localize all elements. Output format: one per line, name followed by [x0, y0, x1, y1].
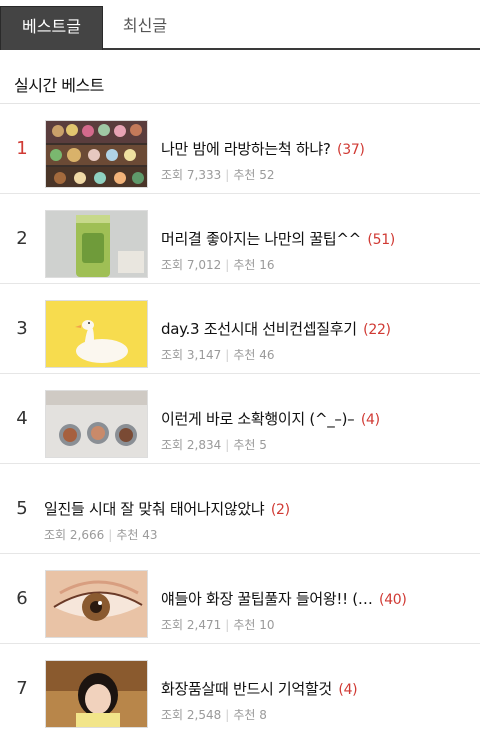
comment-count: (2) [270, 502, 290, 518]
post-title-text: 화장품살때 반드시 기억할것 [161, 680, 332, 698]
views-label: 조회 [44, 528, 67, 542]
duck-image [46, 301, 147, 367]
list-item[interactable]: 7 화장품살때 반드시 기억할것 (4) 조회 2,548 | 추천 8 [0, 644, 480, 732]
likes-count: 43 [142, 528, 158, 542]
tab-latest[interactable]: 최신글 [104, 6, 186, 50]
rank-number: 4 [16, 408, 28, 429]
eyeshadow-image [46, 391, 147, 457]
likes-label: 추천 [116, 528, 139, 542]
post-thumbnail[interactable] [45, 120, 148, 188]
post-thumbnail[interactable] [45, 210, 148, 278]
post-thumbnail[interactable] [45, 390, 148, 458]
list-item[interactable]: 6 얘들아 화장 꿀팁풀자 들어왕!! (… (40) 조회 2,471 | 추천 … [0, 554, 480, 644]
likes-count: 46 [259, 348, 275, 362]
views-label: 조회 [161, 708, 184, 722]
comment-count: (4) [360, 412, 380, 428]
tab-bar: 베스트글 최신글 [0, 0, 480, 50]
likes-label: 추천 [233, 618, 256, 632]
post-meta: 조회 3,147 | 추천 46 [161, 346, 275, 363]
comment-count: (37) [337, 142, 365, 158]
views-count: 2,666 [69, 528, 105, 542]
separator: | [225, 258, 230, 272]
eye-makeup-image [46, 571, 147, 637]
post-thumbnail[interactable] [45, 570, 148, 638]
post-title-text: 이런게 바로 소확행이지 (^_–)– [161, 410, 355, 428]
views-label: 조회 [161, 258, 184, 272]
views-count: 2,548 [186, 708, 222, 722]
girl-portrait-image [46, 661, 147, 727]
post-title-text: day.3 조선시대 선비컨셉질후기 [161, 320, 357, 338]
post-thumbnail[interactable] [45, 300, 148, 368]
likes-count: 8 [259, 708, 267, 722]
post-meta: 조회 2,666 | 추천 43 [44, 526, 158, 543]
comment-count: (22) [363, 322, 391, 338]
views-label: 조회 [161, 438, 184, 452]
likes-count: 5 [259, 438, 267, 452]
post-title[interactable]: 나만 밤에 라방하는척 하냐? (37) [161, 138, 473, 159]
likes-label: 추천 [233, 258, 256, 272]
rank-number: 6 [16, 588, 28, 609]
tab-best[interactable]: 베스트글 [0, 6, 103, 50]
views-label: 조회 [161, 618, 184, 632]
rank-number: 2 [16, 228, 28, 249]
post-thumbnail[interactable] [45, 660, 148, 728]
post-meta: 조회 2,471 | 추천 10 [161, 616, 275, 633]
post-title[interactable]: 이런게 바로 소확행이지 (^_–)– (4) [161, 408, 473, 429]
post-title[interactable]: 일진들 시대 잘 맞춰 태어나지않았냐 (2) [44, 498, 356, 519]
post-title-text: 얘들아 화장 꿀팁풀자 들어왕!! (… [161, 590, 373, 608]
post-title[interactable]: 머리결 좋아지는 나만의 꿀팁^^ (51) [161, 228, 473, 249]
separator: | [225, 618, 230, 632]
comment-count: (51) [367, 232, 395, 248]
post-meta: 조회 7,333 | 추천 52 [161, 166, 275, 183]
rank-number: 1 [16, 138, 28, 159]
green-tube-image [46, 211, 147, 277]
separator: | [225, 438, 230, 452]
section-title: 실시간 베스트 [14, 76, 104, 95]
post-meta: 조회 7,012 | 추천 16 [161, 256, 275, 273]
shop-display-image [46, 121, 147, 187]
post-title[interactable]: day.3 조선시대 선비컨셉질후기 (22) [161, 318, 473, 339]
views-count: 7,333 [186, 168, 222, 182]
post-meta: 조회 2,834 | 추천 5 [161, 436, 267, 453]
comment-count: (4) [338, 682, 358, 698]
comment-count: (40) [379, 592, 407, 608]
list-item[interactable]: 5 일진들 시대 잘 맞춰 태어나지않았냐 (2) 조회 2,666 | 추천 43 [0, 464, 480, 554]
likes-label: 추천 [233, 438, 256, 452]
list-item[interactable]: 3 day.3 조선시대 선비컨셉질후기 (22) 조회 3,147 | 추천 46 [0, 284, 480, 374]
separator: | [108, 528, 113, 542]
list-item[interactable]: 2 머리결 좋아지는 나만의 꿀팁^^ (51) 조회 7,012 | 추천 16 [0, 194, 480, 284]
rank-number: 5 [16, 498, 28, 519]
list-item[interactable]: 4 이런게 바로 소확행이지 (^_–)– (4) 조회 2,834 | 추천 5 [0, 374, 480, 464]
likes-label: 추천 [233, 168, 256, 182]
rank-number: 3 [16, 318, 28, 339]
separator: | [225, 708, 230, 722]
likes-label: 추천 [233, 708, 256, 722]
views-count: 2,834 [186, 438, 222, 452]
list-item[interactable]: 1 나만 밤에 라방하는척 하냐? (37) 조회 7,333 | 추천 52 [0, 104, 480, 194]
likes-count: 10 [259, 618, 275, 632]
views-count: 2,471 [186, 618, 222, 632]
likes-count: 16 [259, 258, 275, 272]
views-count: 7,012 [186, 258, 222, 272]
post-title-text: 나만 밤에 라방하는척 하냐? [161, 140, 331, 158]
post-title-text: 일진들 시대 잘 맞춰 태어나지않았냐 [44, 500, 265, 518]
post-title[interactable]: 화장품살때 반드시 기억할것 (4) [161, 678, 473, 699]
views-label: 조회 [161, 348, 184, 362]
views-label: 조회 [161, 168, 184, 182]
post-title[interactable]: 얘들아 화장 꿀팁풀자 들어왕!! (… (40) [161, 588, 473, 609]
views-count: 3,147 [186, 348, 222, 362]
post-title-text: 머리결 좋아지는 나만의 꿀팁^^ [161, 230, 361, 248]
likes-count: 52 [259, 168, 275, 182]
likes-label: 추천 [233, 348, 256, 362]
separator: | [225, 348, 230, 362]
post-meta: 조회 2,548 | 추천 8 [161, 706, 267, 723]
rank-number: 7 [16, 678, 28, 699]
separator: | [225, 168, 230, 182]
